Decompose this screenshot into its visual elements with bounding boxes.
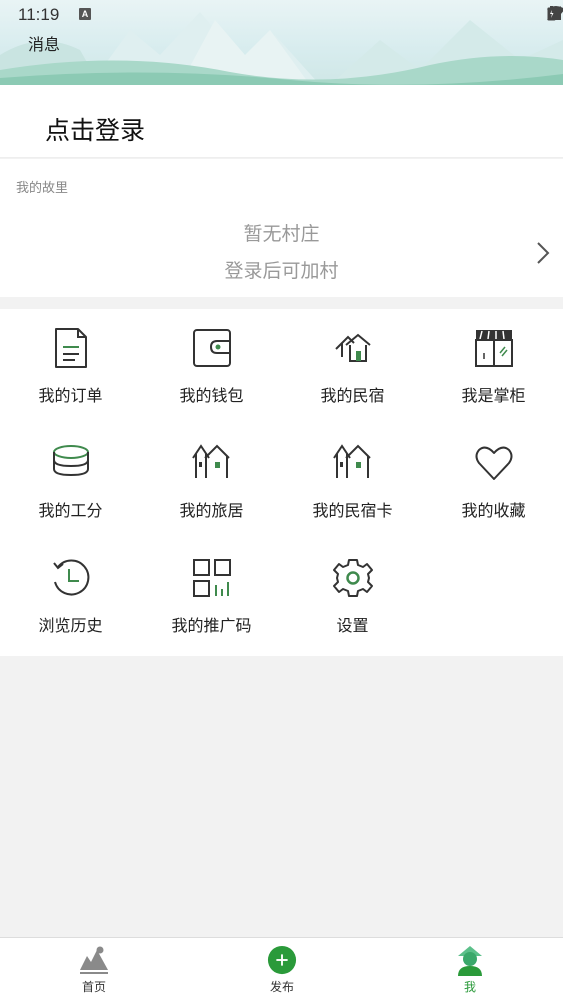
- header-banner: 11:19 A 消息: [0, 0, 563, 85]
- menu-item-favorites[interactable]: 我的收藏: [423, 424, 563, 539]
- homestay-card-icon: [332, 444, 371, 478]
- hometown-hint-text: 登录后可加村: [224, 260, 339, 282]
- wallet-icon: [192, 329, 231, 367]
- login-link[interactable]: 点击登录: [45, 111, 145, 147]
- menu-item-label: 我的推广码: [171, 616, 252, 635]
- menu-item-label: 我的民宿: [320, 386, 385, 405]
- nav-label: 我: [463, 980, 476, 994]
- status-time: 11:19: [18, 5, 60, 24]
- menu-item-homestay-card[interactable]: 我的民宿卡: [282, 424, 423, 539]
- nav-home[interactable]: 首页: [0, 938, 188, 1000]
- menu-item-history[interactable]: 浏览历史: [0, 539, 141, 654]
- history-clock-icon: [52, 559, 89, 596]
- bottom-navigation: 首页 发布 我: [0, 937, 563, 1000]
- menu-item-shopkeeper[interactable]: 我是掌柜: [423, 309, 563, 424]
- profile-icon: [458, 946, 482, 976]
- menu-item-homestay[interactable]: 我的民宿: [282, 309, 423, 424]
- village-house-icon: [191, 444, 230, 478]
- menu-item-travel-stay[interactable]: 我的旅居: [141, 424, 282, 539]
- menu-item-label: 设置: [336, 616, 369, 635]
- nav-label: 首页: [81, 980, 106, 994]
- login-section[interactable]: 点击登录: [0, 85, 563, 158]
- menu-item-label: 我是掌柜: [461, 386, 526, 405]
- notification-badge-icon: A: [79, 8, 91, 20]
- menu-item-orders[interactable]: 我的订单: [0, 309, 141, 424]
- order-document-icon: [54, 328, 87, 368]
- menu-item-work-points[interactable]: 我的工分: [0, 424, 141, 539]
- mountain-home-icon: [80, 946, 108, 974]
- hometown-title: 我的故里: [16, 181, 69, 196]
- menu-item-promo-code[interactable]: 我的推广码: [141, 539, 282, 654]
- menu-item-label: 我的旅居: [179, 501, 244, 520]
- gear-icon: [332, 559, 373, 597]
- chevron-right-icon[interactable]: [536, 241, 550, 265]
- homestay-icon: [334, 333, 371, 362]
- plus-circle-icon: [267, 945, 297, 975]
- feature-grid: 我的订单 我的钱包 我的民宿 我是掌柜 我的工分 我的旅居 我的民宿卡 我的收藏…: [0, 309, 563, 656]
- battery-icon: [547, 6, 556, 21]
- menu-item-wallet[interactable]: 我的钱包: [141, 309, 282, 424]
- nav-profile[interactable]: 我: [376, 938, 563, 1000]
- menu-item-label: 我的钱包: [179, 386, 244, 405]
- nav-label: 发布: [269, 980, 294, 994]
- nav-publish[interactable]: 发布: [188, 938, 376, 1000]
- storefront-icon: [474, 330, 513, 367]
- messages-link[interactable]: 消息: [28, 31, 60, 55]
- qr-code-icon: [192, 559, 231, 597]
- coin-stack-icon: [52, 445, 89, 477]
- menu-item-label: 我的工分: [38, 501, 103, 520]
- hometown-card[interactable]: 我的故里 暂无村庄 登录后可加村: [0, 159, 563, 297]
- menu-item-label: 浏览历史: [38, 616, 103, 635]
- menu-item-label: 我的收藏: [461, 501, 526, 520]
- menu-item-settings[interactable]: 设置: [282, 539, 423, 654]
- menu-item-label: 我的民宿卡: [312, 501, 393, 520]
- menu-item-label: 我的订单: [38, 386, 103, 405]
- hometown-empty-text: 暂无村庄: [243, 223, 320, 245]
- heart-icon: [475, 446, 512, 480]
